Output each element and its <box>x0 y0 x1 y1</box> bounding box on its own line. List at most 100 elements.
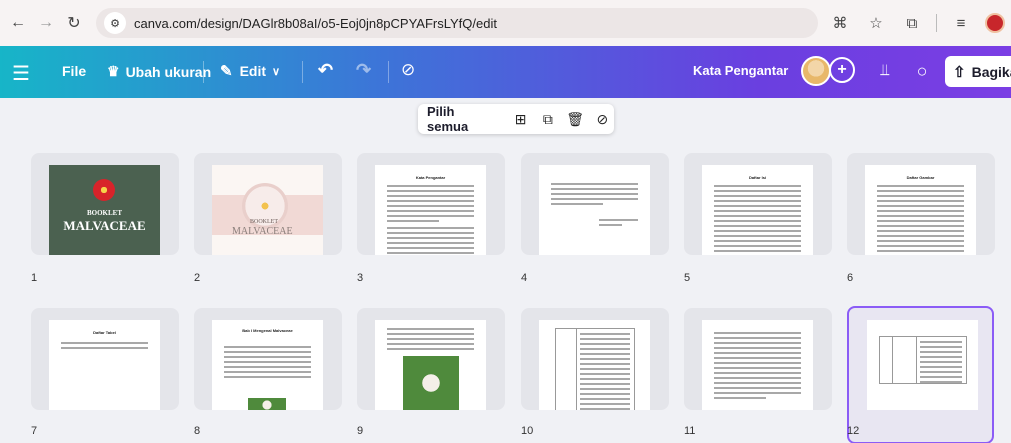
page-thumbnail[interactable] <box>539 165 650 255</box>
page-thumbnail[interactable]: Daftar Tabel <box>49 320 160 410</box>
page-heading: Daftar Tabel <box>93 330 116 335</box>
reload-icon[interactable]: ↻ <box>62 11 86 35</box>
page-thumbnail[interactable] <box>867 320 978 410</box>
page-card-8[interactable]: Bab I Mengenal Malvaceae <box>194 308 342 410</box>
resize-button[interactable]: ♛ Ubah ukuran <box>107 63 211 80</box>
page-number: 1 <box>31 272 38 284</box>
browser-actions: ⌘ ☆ ⧉ ≡ <box>828 11 1005 35</box>
page-number: 3 <box>357 272 364 284</box>
page-thumbnail[interactable] <box>539 320 650 410</box>
page-thumbnail[interactable] <box>702 320 813 410</box>
extensions-icon[interactable]: ⧉ <box>900 11 924 35</box>
flower-illustration <box>93 179 115 201</box>
edit-button[interactable]: ✎ Edit ∨ <box>220 62 280 80</box>
bookmark-star-icon[interactable]: ☆ <box>864 11 888 35</box>
divider <box>936 14 937 32</box>
page-thumbnail[interactable]: BOOKLET MALVACEAE <box>49 165 160 255</box>
avatar[interactable] <box>801 56 831 86</box>
toc-lines <box>714 185 801 255</box>
chevron-down-icon: ∨ <box>272 65 281 78</box>
text-lines <box>714 332 801 402</box>
document-title[interactable]: Kata Pengantar <box>693 63 788 78</box>
page-heading: Daftar Isi <box>748 175 767 180</box>
data-table <box>555 328 635 410</box>
file-menu[interactable]: File <box>62 63 86 79</box>
share-label: Bagika <box>971 63 1011 80</box>
redo-icon[interactable]: ↷ <box>356 60 371 81</box>
page-number: 4 <box>521 272 528 284</box>
page-thumbnail[interactable]: BOOKLET MALVACEAE <box>212 165 323 255</box>
page-number: 5 <box>684 272 691 284</box>
profile-avatar[interactable] <box>985 13 1005 33</box>
page-card-3[interactable]: Kata Pengantar <box>357 153 505 255</box>
menu-icon[interactable]: ☰ <box>12 61 30 86</box>
page-number: 9 <box>357 425 364 437</box>
page-card-12[interactable] <box>847 306 994 443</box>
page-number: 10 <box>521 425 534 437</box>
select-all-button[interactable]: Pilih semua <box>427 104 497 134</box>
comment-icon[interactable]: ○ <box>908 57 936 85</box>
page-card-9[interactable] <box>357 308 505 410</box>
text-lines <box>387 185 474 255</box>
page-card-4[interactable] <box>521 153 669 255</box>
canva-toolbar: ☰ File ♛ Ubah ukuran ✎ Edit ∨ ↶ ↷ ⊘ Kata… <box>0 46 1011 98</box>
toc-lines <box>61 342 148 352</box>
text-lines <box>387 328 474 353</box>
page-number: 8 <box>194 425 201 437</box>
divider <box>203 61 204 83</box>
page-number: 12 <box>847 425 860 437</box>
page-heading: Bab I Mengenal Malvaceae <box>242 328 293 333</box>
page-card-5[interactable]: Daftar Isi <box>684 153 832 255</box>
resize-label: Ubah ukuran <box>125 63 212 80</box>
page-thumbnail[interactable]: Bab I Mengenal Malvaceae <box>212 320 323 410</box>
forward-icon[interactable]: → <box>34 11 58 35</box>
page-thumbnail[interactable]: Daftar Gambar <box>865 165 976 255</box>
data-table <box>879 336 967 384</box>
resize-icon: ♛ <box>107 63 120 79</box>
hide-eye-icon[interactable]: ⊘ <box>591 107 614 131</box>
share-button[interactable]: ⇧ Bagika <box>945 56 1011 87</box>
selection-toolbar: Pilih semua ⊞ ⧉ 🗑 ⊘ <box>418 104 614 134</box>
cloud-saved-icon[interactable]: ⊘ <box>401 60 415 80</box>
page-thumbnail[interactable]: Daftar Isi <box>702 165 813 255</box>
cover-subtitle: BOOKLET <box>250 219 278 225</box>
url-text: canva.com/design/DAGlr8b08aI/o5-Eoj0jn8p… <box>134 15 497 31</box>
page-number: 7 <box>31 425 38 437</box>
cover-title: MALVACEAE <box>63 218 146 233</box>
page-card-2[interactable]: BOOKLET MALVACEAE <box>194 153 342 255</box>
page-card-6[interactable]: Daftar Gambar <box>847 153 995 255</box>
add-page-icon[interactable]: ⊞ <box>509 107 532 131</box>
cover-title: MALVACEAE <box>232 226 293 237</box>
page-card-11[interactable] <box>684 308 832 410</box>
cover-subtitle: BOOKLET <box>86 209 122 217</box>
duplicate-page-icon[interactable]: ⧉ <box>536 107 559 131</box>
site-info-icon[interactable]: ⚙ <box>104 12 126 34</box>
page-heading: Daftar Gambar <box>906 175 935 180</box>
text-lines <box>551 183 638 208</box>
browser-toolbar: ← → ↻ ⚙ canva.com/design/DAGlr8b08aI/o5-… <box>0 0 1011 46</box>
translate-icon[interactable]: ⌘ <box>828 11 852 35</box>
page-number: 6 <box>847 272 854 284</box>
address-bar[interactable]: ⚙ canva.com/design/DAGlr8b08aI/o5-Eoj0jn… <box>96 8 818 38</box>
insights-chart-icon[interactable]: ⫫ <box>871 57 899 85</box>
page-thumbnail[interactable] <box>375 320 486 410</box>
page-card-1[interactable]: BOOKLET MALVACEAE <box>31 153 179 255</box>
divider <box>388 61 389 83</box>
share-upload-icon: ⇧ <box>953 63 966 81</box>
reading-list-icon[interactable]: ≡ <box>949 11 973 35</box>
delete-trash-icon[interactable]: 🗑 <box>564 107 587 131</box>
page-heading: Kata Pengantar <box>415 175 446 180</box>
page-card-7[interactable]: Daftar Tabel <box>31 308 179 410</box>
file-label: File <box>62 63 87 79</box>
page-number: 2 <box>194 272 201 284</box>
undo-icon[interactable]: ↶ <box>318 60 333 81</box>
signature-lines <box>599 219 638 229</box>
hibiscus-photo <box>403 356 459 410</box>
add-collaborator-button[interactable]: + <box>829 57 855 83</box>
page-number: 11 <box>684 425 696 437</box>
page-thumbnail[interactable]: Kata Pengantar <box>375 165 486 255</box>
text-lines <box>224 346 311 381</box>
back-icon[interactable]: ← <box>6 11 30 35</box>
pencil-icon: ✎ <box>220 63 233 80</box>
page-card-10[interactable] <box>521 308 669 410</box>
